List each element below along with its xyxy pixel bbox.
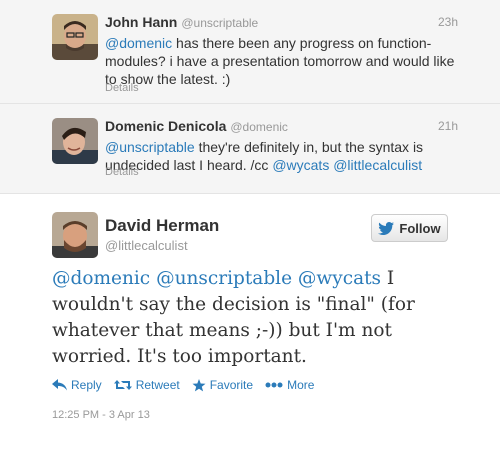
follow-button[interactable]: Follow [371,214,448,242]
tweet-actions: Reply Retweet Favorite More [52,378,326,392]
context-tweet-john-hann[interactable]: John Hann @unscriptable 23h @domenic has … [0,0,500,104]
avatar[interactable] [52,212,98,258]
mention-link[interactable]: @domenic [52,268,150,289]
author-name-text[interactable]: Domenic Denicola [105,118,226,134]
mention-link[interactable]: @littlecalculist [333,157,422,173]
mention-link[interactable]: @wycats [272,157,329,173]
retweet-icon [113,380,132,390]
retweet-label: Retweet [135,378,180,392]
tweet-text: @domenic @unscriptable @wycats I wouldn'… [52,266,447,370]
author-name[interactable]: David Herman [105,216,219,236]
star-icon [192,378,206,391]
avatar[interactable] [52,118,98,164]
tweet-text: @domenic has there been any progress on … [105,34,455,88]
bird-icon [378,221,395,235]
favorite-button[interactable]: Favorite [192,378,253,392]
reply-label: Reply [71,378,102,392]
reply-button[interactable]: Reply [52,378,102,392]
author-handle[interactable]: @unscriptable [181,16,258,30]
mention-link[interactable]: @unscriptable [105,139,195,155]
retweet-button[interactable]: Retweet [113,378,180,392]
tweet-time[interactable]: 21h [438,119,458,133]
tweet-text: @unscriptable they're definitely in, but… [105,138,455,174]
tweet-time[interactable]: 23h [438,15,458,29]
more-button[interactable]: More [265,378,314,392]
follow-label: Follow [399,220,441,236]
details-link[interactable]: Details [105,166,139,178]
author-name[interactable]: John Hann @unscriptable [105,14,258,30]
favorite-label: Favorite [209,378,254,392]
mention-link[interactable]: @unscriptable [156,268,292,289]
reply-icon [52,379,67,391]
tweet-timestamp[interactable]: 12:25 PM - 3 Apr 13 [52,409,150,421]
mention-link[interactable]: @domenic [105,35,172,51]
mention-link[interactable]: @wycats [298,268,381,289]
context-tweet-domenic-denicola[interactable]: Domenic Denicola @domenic 21h @unscriptab… [0,104,500,194]
author-name-text[interactable]: John Hann [105,14,177,30]
author-handle[interactable]: @domenic [230,120,288,134]
avatar[interactable] [52,14,98,60]
author-handle[interactable]: @littlecalculist [105,238,188,253]
details-link[interactable]: Details [105,82,139,94]
main-tweet: David Herman @littlecalculist Follow @do… [0,194,500,457]
more-dots-icon [265,382,283,388]
author-name[interactable]: Domenic Denicola @domenic [105,118,288,134]
more-label: More [287,378,315,392]
